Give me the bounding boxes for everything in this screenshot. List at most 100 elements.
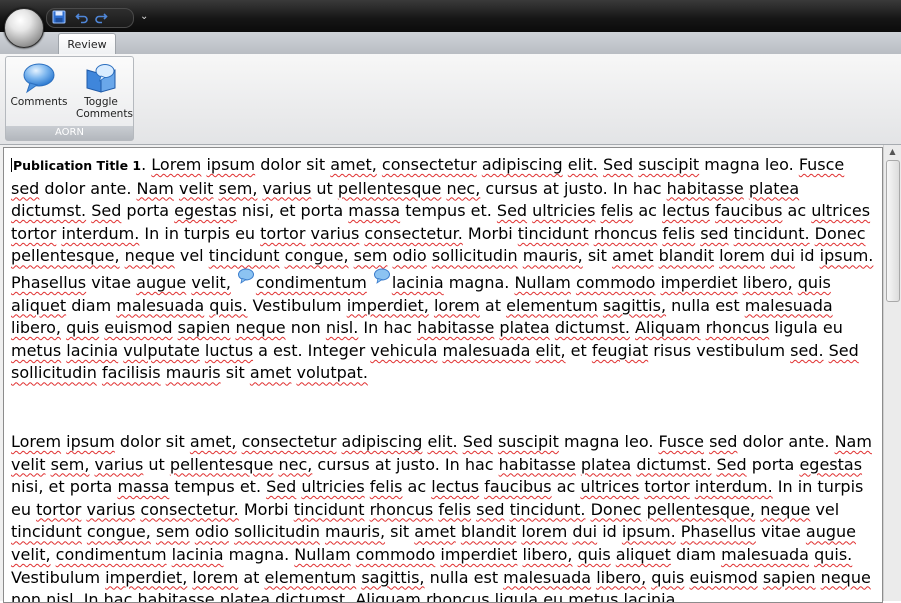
misspelled-word[interactable]: adipiscing: [482, 155, 563, 174]
misspelled-word[interactable]: sed: [476, 500, 504, 519]
misspelled-word[interactable]: suscipit: [638, 155, 699, 174]
misspelled-word[interactable]: quis: [578, 545, 611, 564]
misspelled-word[interactable]: sem,: [219, 179, 258, 198]
misspelled-word[interactable]: nec,: [278, 455, 312, 474]
misspelled-word[interactable]: massa: [117, 477, 169, 496]
misspelled-word[interactable]: metus: [11, 341, 61, 360]
misspelled-word[interactable]: varius: [86, 500, 135, 519]
misspelled-word[interactable]: Nam: [835, 432, 872, 451]
misspelled-word[interactable]: varius: [311, 224, 360, 243]
misspelled-word[interactable]: tincidunt: [209, 246, 280, 265]
misspelled-word[interactable]: sed: [700, 224, 728, 243]
misspelled-word[interactable]: consectetur.: [140, 500, 238, 519]
misspelled-word[interactable]: commodo: [576, 273, 656, 292]
misspelled-word[interactable]: Fusce: [799, 155, 844, 174]
misspelled-word[interactable]: egestas: [174, 201, 237, 220]
scroll-up-arrow-icon[interactable]: ▲: [884, 145, 901, 159]
misspelled-word[interactable]: platea: [220, 590, 270, 602]
misspelled-word[interactable]: augue: [806, 522, 856, 541]
misspelled-word[interactable]: mauris,: [523, 246, 583, 265]
misspelled-word[interactable]: blandit: [461, 522, 516, 541]
misspelled-word[interactable]: Nam: [137, 179, 174, 198]
misspelled-word[interactable]: lacinia: [172, 545, 224, 564]
misspelled-word[interactable]: quis: [651, 568, 684, 587]
misspelled-word[interactable]: sed: [11, 179, 39, 198]
misspelled-word[interactable]: tortor: [36, 500, 81, 519]
misspelled-word[interactable]: Nullam: [514, 273, 570, 292]
misspelled-word[interactable]: lorem: [434, 296, 480, 315]
qat-customize-dropdown-icon[interactable]: ⌄: [140, 10, 148, 24]
misspelled-word[interactable]: commodo: [356, 545, 436, 564]
misspelled-word[interactable]: odio: [393, 246, 427, 265]
misspelled-word[interactable]: malesuada: [116, 296, 204, 315]
misspelled-word[interactable]: quis.: [209, 296, 247, 315]
misspelled-word[interactable]: euismod: [689, 568, 757, 587]
misspelled-word[interactable]: quis.: [814, 545, 852, 564]
misspelled-word[interactable]: amet,: [330, 155, 377, 174]
misspelled-word[interactable]: suscipit: [498, 432, 559, 451]
misspelled-word[interactable]: velit: [179, 179, 213, 198]
misspelled-word[interactable]: metus: [568, 590, 618, 602]
misspelled-word[interactable]: lectus: [431, 477, 479, 496]
misspelled-word[interactable]: Donec: [591, 500, 642, 519]
misspelled-word[interactable]: aliquet: [616, 545, 671, 564]
misspelled-word[interactable]: ipsum: [66, 432, 115, 451]
misspelled-word[interactable]: nec,: [446, 179, 480, 198]
misspelled-word[interactable]: velit: [11, 455, 45, 474]
misspelled-word[interactable]: adipiscing: [342, 432, 423, 451]
misspelled-word[interactable]: quis: [798, 273, 831, 292]
misspelled-word[interactable]: pellentesque: [170, 455, 273, 474]
misspelled-word[interactable]: Sed: [91, 201, 121, 220]
misspelled-word[interactable]: elementum: [506, 296, 598, 315]
misspelled-word[interactable]: platea: [749, 179, 799, 198]
scrollbar-thumb[interactable]: [886, 160, 900, 302]
misspelled-word[interactable]: sagittis,: [361, 568, 424, 587]
document-editor[interactable]: Publication Title 1. Lorem ipsum dolor s…: [3, 147, 883, 603]
misspelled-word[interactable]: lacinia: [66, 341, 118, 360]
misspelled-word[interactable]: condimentum: [256, 273, 367, 292]
misspelled-word[interactable]: Lorem: [151, 155, 201, 174]
misspelled-word[interactable]: blandit: [659, 246, 714, 265]
misspelled-word[interactable]: habitasse: [417, 318, 494, 337]
misspelled-word[interactable]: imperdiet: [440, 545, 517, 564]
misspelled-word[interactable]: neque: [235, 318, 285, 337]
misspelled-word[interactable]: pellentesque: [338, 179, 441, 198]
misspelled-word[interactable]: tortor: [644, 477, 689, 496]
misspelled-word[interactable]: felis: [662, 224, 695, 243]
misspelled-word[interactable]: ipsum.: [622, 522, 676, 541]
misspelled-word[interactable]: amet: [414, 522, 456, 541]
misspelled-word[interactable]: sed: [709, 432, 737, 451]
misspelled-word[interactable]: libero,: [596, 568, 646, 587]
misspelled-word[interactable]: imperdiet,: [347, 296, 429, 315]
misspelled-word[interactable]: rhoncus: [594, 224, 658, 243]
misspelled-word[interactable]: habitasse: [499, 455, 576, 474]
save-icon[interactable]: [51, 10, 67, 26]
comments-button[interactable]: Comments: [8, 60, 70, 126]
misspelled-word[interactable]: elit.: [428, 432, 458, 451]
misspelled-word[interactable]: ligula: [495, 590, 538, 602]
misspelled-word[interactable]: faucibus: [715, 201, 782, 220]
misspelled-word[interactable]: neque: [821, 568, 871, 587]
misspelled-word[interactable]: malesuada: [721, 545, 809, 564]
misspelled-word[interactable]: pellentesque,: [11, 246, 120, 265]
misspelled-word[interactable]: ultrices: [580, 477, 639, 496]
misspelled-word[interactable]: congue,: [285, 246, 349, 265]
misspelled-word[interactable]: libero,: [743, 273, 793, 292]
misspelled-word[interactable]: libero,: [523, 545, 573, 564]
application-menu-orb[interactable]: [4, 8, 44, 48]
misspelled-word[interactable]: platea: [581, 455, 631, 474]
misspelled-word[interactable]: elit,: [536, 341, 566, 360]
misspelled-word[interactable]: lorem: [521, 522, 567, 541]
misspelled-word[interactable]: elit.: [568, 155, 598, 174]
misspelled-word[interactable]: tortor: [11, 224, 56, 243]
misspelled-word[interactable]: volutpat.: [296, 363, 367, 382]
misspelled-word[interactable]: dui: [770, 246, 795, 265]
misspelled-word[interactable]: sem: [354, 246, 388, 265]
misspelled-word[interactable]: Sed: [603, 155, 633, 174]
misspelled-word[interactable]: felis: [601, 201, 634, 220]
misspelled-word[interactable]: Sed: [717, 455, 747, 474]
misspelled-word[interactable]: ultrices: [811, 201, 870, 220]
misspelled-word[interactable]: malesuada: [503, 568, 591, 587]
misspelled-word[interactable]: libero,: [11, 318, 61, 337]
misspelled-word[interactable]: dictumst.: [555, 318, 630, 337]
